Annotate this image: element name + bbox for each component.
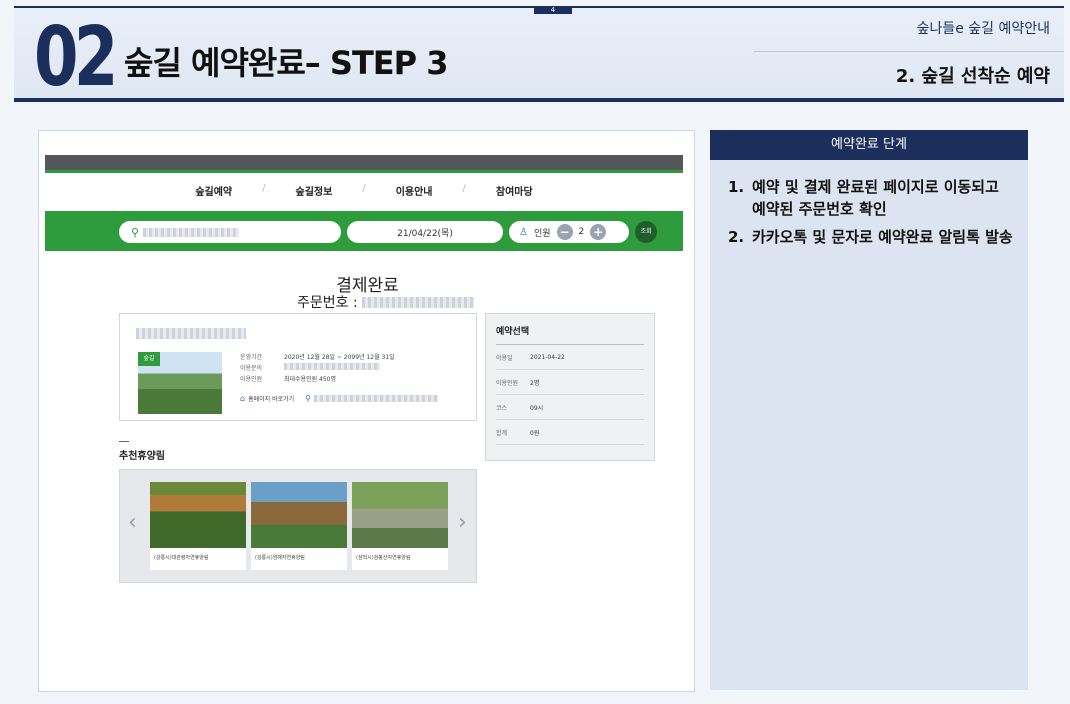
minus-button[interactable]: − (556, 224, 573, 240)
meta-row: 이용인원 최대수용인원 450명 (240, 376, 336, 383)
chevron-left-icon[interactable]: ‹ (128, 510, 137, 535)
step-item: 1. 예약 및 결제 완료된 페이지로 이동되고 예약된 주문번호 확인 (728, 178, 999, 218)
section-number: 02 (34, 10, 118, 105)
recommend-image (352, 482, 448, 548)
forest-meta: 운영기간 2020년 12월 28일 ~ 2099년 12월 31일 이용문의 이… (240, 352, 395, 385)
location-icon: ⚲ (131, 225, 140, 239)
step-item: 2. 카카오톡 및 문자로 예약완료 알림톡 발송 (728, 228, 1013, 246)
page-title: 숲길 예약완료– STEP 3 (124, 44, 449, 82)
page-marker: 4 (534, 6, 572, 14)
steps-panel: 1. 예약 및 결제 완료된 페이지로 이동되고 예약된 주문번호 확인 2. … (710, 160, 1028, 690)
breadcrumb-top: 숲나들e 숲길 예약안내 (916, 21, 1050, 37)
people-label: 인원 (533, 228, 551, 239)
slide-header: 4 02 숲길 예약완료– STEP 3 숲나들e 숲길 예약안내 2. 숲길 … (14, 6, 1064, 102)
screenshot-panel: 숲길예약 / 숲길정보 / 이용안내 / 참여마당 ⚲ 21/04/22(목) … (38, 130, 695, 692)
nav-item-guide[interactable]: 이용안내 (396, 183, 433, 205)
recommend-card[interactable]: (삼척시)검봉산자연휴양림 (352, 482, 448, 570)
order-number: 주문번호 : (297, 292, 474, 312)
nav-separator: / (262, 183, 266, 194)
summary-row: 합계 0원 (496, 420, 644, 445)
homepage-link[interactable]: ⌂ 홈페이지 바로가기 ⚲ (240, 394, 439, 403)
summary-title: 예약선택 (496, 324, 644, 345)
map-pin-icon: ⚲ (305, 394, 312, 403)
home-icon: ⌂ (240, 394, 246, 403)
recommend-label: (삼척시)검봉산자연휴양림 (356, 555, 411, 561)
slide: 4 02 숲길 예약완료– STEP 3 숲나들e 숲길 예약안내 2. 숲길 … (0, 0, 1070, 704)
date-field[interactable]: 21/04/22(목) (347, 221, 503, 243)
recommend-card[interactable]: (강릉시)임해자연휴양림 (251, 482, 347, 570)
site-nav: 숲길예약 / 숲길정보 / 이용안내 / 참여마당 (45, 183, 683, 205)
people-icon: ♙ (519, 226, 528, 238)
search-button[interactable]: 조회 (635, 221, 657, 243)
people-count: 2 (578, 227, 585, 237)
recommend-label: (강릉시)대관령자연휴양림 (154, 555, 209, 561)
search-bar: ⚲ 21/04/22(목) ♙ 인원 − 2 + 조회 (45, 211, 683, 251)
forest-info-card: 숲길 운영기간 2020년 12월 28일 ~ 2099년 12월 31일 이용문… (119, 313, 477, 421)
forest-name-blurred (136, 328, 246, 339)
nav-item-community[interactable]: 참여마당 (496, 183, 533, 205)
recommend-title: 추천휴양림 (119, 451, 165, 462)
section-rule (119, 441, 129, 442)
chevron-right-icon[interactable]: › (458, 510, 467, 535)
order-number-label: 주문번호 : (297, 295, 358, 311)
people-field: ♙ 인원 − 2 + (509, 221, 629, 243)
breadcrumb-divider (754, 51, 1064, 52)
thumbnail-tag: 숲길 (138, 352, 160, 366)
meta-row: 이용문의 (240, 363, 395, 374)
order-number-blurred (361, 296, 474, 308)
recommend-image (251, 482, 347, 548)
forest-thumbnail: 숲길 (138, 352, 222, 414)
recommend-carousel: ‹ (강릉시)대관령자연휴양림 (강릉시)임해자연휴양림 (삼척시)검봉산자연휴… (119, 469, 477, 583)
recommend-card[interactable]: (강릉시)대관령자연휴양림 (150, 482, 246, 570)
nav-item-info[interactable]: 숲길정보 (296, 183, 333, 205)
summary-row: 코스 09시 (496, 395, 644, 420)
site-topbar (45, 155, 683, 173)
recommend-label: (강릉시)임해자연휴양림 (255, 555, 305, 561)
location-field[interactable]: ⚲ (119, 221, 341, 243)
breadcrumb-section: 2. 숲길 선착순 예약 (895, 66, 1050, 87)
plus-button[interactable]: + (590, 224, 607, 240)
nav-separator: / (462, 183, 466, 194)
location-value-blurred (143, 227, 240, 237)
nav-item-reservation[interactable]: 숲길예약 (195, 183, 232, 205)
nav-separator: / (362, 183, 366, 194)
meta-row: 운영기간 2020년 12월 28일 ~ 2099년 12월 31일 (240, 354, 395, 361)
summary-row: 이용인원 2명 (496, 370, 644, 395)
address-blurred (314, 395, 439, 402)
summary-row: 이용일 2021-04-22 (496, 345, 644, 370)
reservation-summary: 예약선택 이용일 2021-04-22 이용인원 2명 코스 09시 합계 0원 (485, 313, 655, 461)
steps-title: 예약완료 단계 (710, 130, 1028, 160)
recommend-image (150, 482, 246, 548)
